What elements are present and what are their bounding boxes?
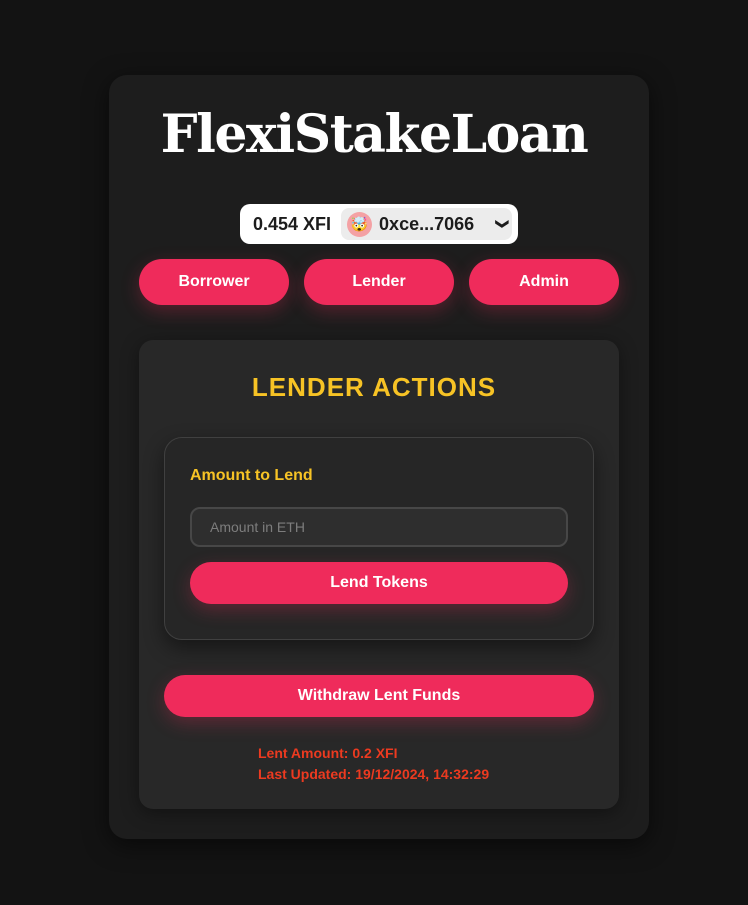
borrower-button[interactable]: Borrower: [139, 259, 289, 305]
lend-tokens-button[interactable]: Lend Tokens: [190, 562, 568, 604]
wallet-balance: 0.454 XFI: [253, 213, 332, 234]
amount-input[interactable]: [190, 507, 568, 547]
admin-button[interactable]: Admin: [469, 259, 619, 305]
amount-label: Amount to Lend: [190, 467, 313, 484]
last-updated-text: Last Updated: 19/12/2024, 14:32:29: [258, 766, 490, 782]
avatar: 🤯: [347, 211, 373, 237]
lender-button[interactable]: Lender: [304, 259, 454, 305]
wallet-widget[interactable]: 0.454 XFI 🤯 0xce...7066 ❯: [240, 204, 518, 244]
account-button[interactable]: 🤯 0xce...7066 ❯: [341, 208, 512, 240]
avatar-emoji-icon: 🤯: [350, 215, 369, 232]
chevron-down-icon[interactable]: ❯: [495, 219, 511, 230]
app-title: FlexiStakeLoan: [160, 104, 589, 165]
withdraw-button[interactable]: Withdraw Lent Funds: [164, 675, 594, 717]
lent-amount-text: Lent Amount: 0.2 XFI: [258, 745, 398, 761]
wallet-address: 0xce...7066: [379, 213, 475, 234]
panel-title: LENDER ACTIONS: [251, 372, 497, 402]
